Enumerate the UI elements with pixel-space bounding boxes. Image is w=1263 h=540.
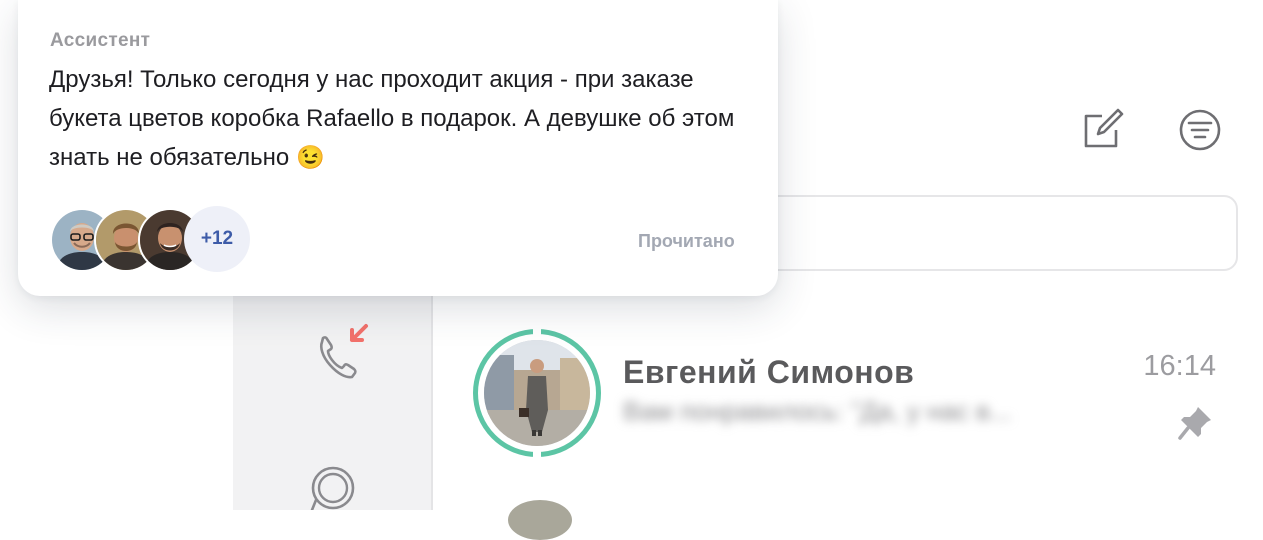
- compose-button[interactable]: [1080, 106, 1126, 152]
- chat-bubble-icon: [310, 466, 355, 512]
- filter-button[interactable]: [1177, 107, 1223, 153]
- message-preview: Вам понравилось: "Да, у нас в...: [623, 396, 1012, 426]
- filter-icon: [1179, 109, 1221, 151]
- contact-name: Евгений Симонов: [623, 354, 915, 390]
- sender-name: Ассистент: [50, 30, 151, 51]
- wink-emoji: 😉: [295, 144, 325, 170]
- more-readers-count[interactable]: +12: [184, 206, 250, 272]
- message-popup[interactable]: Ассистент Друзья! Только сегодня у нас п…: [18, 0, 778, 296]
- compose-icon: [1084, 108, 1124, 148]
- phone-incoming-icon: [319, 324, 368, 379]
- chats-nav-item[interactable]: [306, 460, 360, 512]
- calls-nav-item[interactable]: [312, 320, 372, 382]
- read-by-avatars[interactable]: +12: [50, 206, 290, 276]
- avatar: [473, 327, 601, 459]
- avatar: [508, 500, 572, 540]
- avatar-photo: [484, 340, 590, 446]
- message-text: Друзья! Только сегодня у нас проходит ак…: [49, 61, 749, 178]
- read-status: Прочитано: [638, 231, 735, 251]
- message-body: Друзья! Только сегодня у нас проходит ак…: [49, 66, 735, 171]
- chat-list-item[interactable]: Евгений Симонов Вам понравилось: "Да, у …: [434, 310, 1263, 480]
- message-time: 16:14: [1143, 350, 1216, 382]
- pin-icon: [1178, 404, 1214, 440]
